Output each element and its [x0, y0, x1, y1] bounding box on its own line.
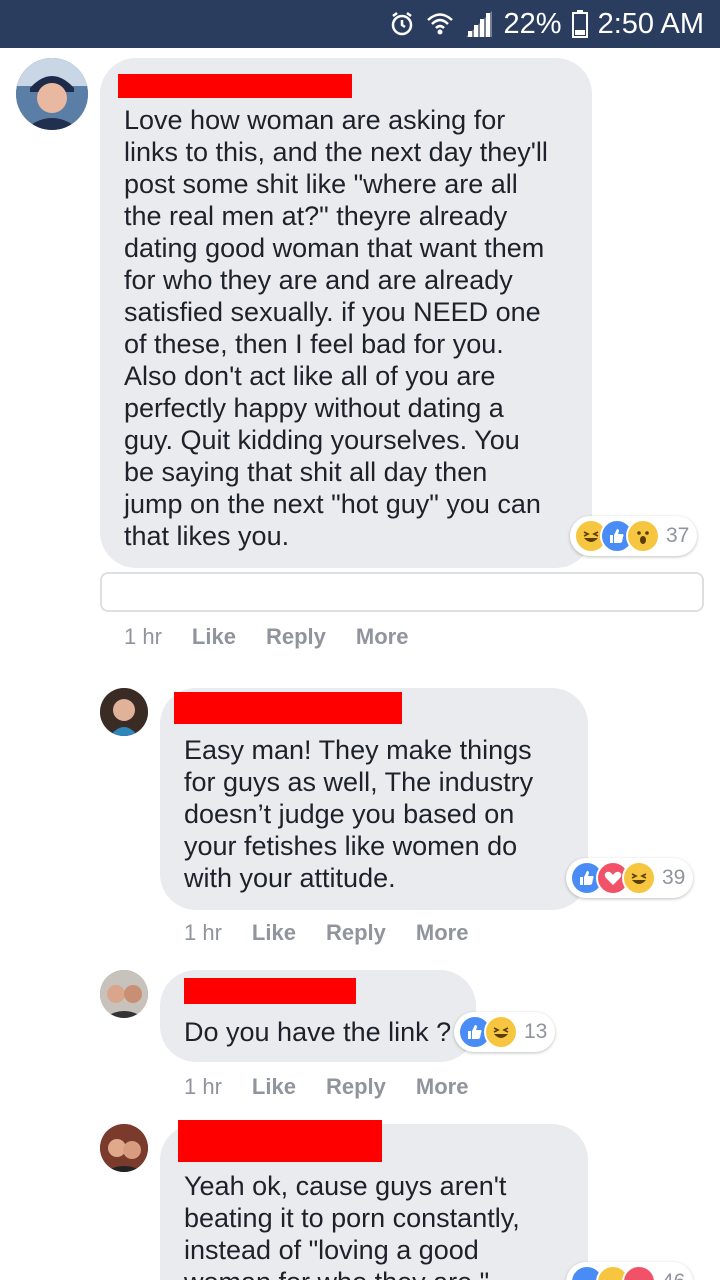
comment-actions: 1 hr Like Reply More: [184, 920, 468, 946]
more-button[interactable]: More: [416, 1074, 469, 1100]
like-button[interactable]: Like: [252, 1074, 296, 1100]
battery-percent: 22%: [503, 7, 562, 40]
haha-reaction-icon: [484, 1015, 518, 1049]
avatar[interactable]: [100, 1124, 148, 1172]
reply-input[interactable]: [100, 572, 704, 612]
reply-button[interactable]: Reply: [326, 1074, 386, 1100]
love-reaction-icon: [622, 1265, 656, 1280]
author-name-redacted[interactable]: [174, 692, 402, 724]
author-name-redacted[interactable]: [118, 74, 352, 98]
wow-reaction-icon: [626, 519, 660, 553]
avatar[interactable]: [16, 58, 88, 130]
reaction-summary[interactable]: 13: [454, 1012, 556, 1052]
author-name-redacted[interactable]: [184, 978, 356, 1004]
comment-time[interactable]: 1 hr: [124, 624, 162, 650]
author-name-redacted[interactable]: [178, 1120, 382, 1162]
reaction-count: 37: [666, 524, 690, 547]
avatar[interactable]: [100, 970, 148, 1018]
haha-reaction-icon: [622, 861, 656, 895]
comment-text: Easy man! They make things for guys as w…: [184, 735, 534, 893]
comment-time[interactable]: 1 hr: [184, 920, 222, 946]
comment-actions: 1 hr Like Reply More: [184, 1074, 468, 1100]
status-bar: 22% 2:50 AM: [0, 0, 720, 48]
like-button[interactable]: Like: [192, 624, 236, 650]
alarm-icon: [388, 10, 416, 38]
more-button[interactable]: More: [416, 920, 469, 946]
reaction-count: 13: [524, 1020, 548, 1043]
battery-icon: [571, 10, 588, 38]
more-button[interactable]: More: [356, 624, 409, 650]
avatar[interactable]: [100, 688, 148, 736]
reply-button[interactable]: Reply: [326, 920, 386, 946]
comment-text: Do you have the link ?: [184, 1017, 452, 1047]
signal-icon: [464, 11, 494, 37]
reaction-summary[interactable]: 39: [566, 858, 694, 898]
reaction-summary[interactable]: 37: [570, 516, 698, 556]
comment-time[interactable]: 1 hr: [184, 1074, 222, 1100]
screen: 22% 2:50 AM Love how woman are asking fo…: [0, 0, 720, 1280]
reaction-count: 39: [662, 866, 686, 889]
wifi-icon: [426, 11, 454, 37]
reply-button[interactable]: Reply: [266, 624, 326, 650]
comment-text: Love how woman are asking for links to t…: [124, 105, 548, 551]
clock: 2:50 AM: [597, 7, 704, 40]
like-button[interactable]: Like: [252, 920, 296, 946]
reaction-summary[interactable]: 46: [566, 1262, 694, 1280]
comment-text: Yeah ok, cause guys aren't beating it to…: [184, 1171, 520, 1280]
reaction-count: 46: [662, 1270, 685, 1280]
comment-actions: 1 hr Like Reply More: [124, 624, 408, 650]
